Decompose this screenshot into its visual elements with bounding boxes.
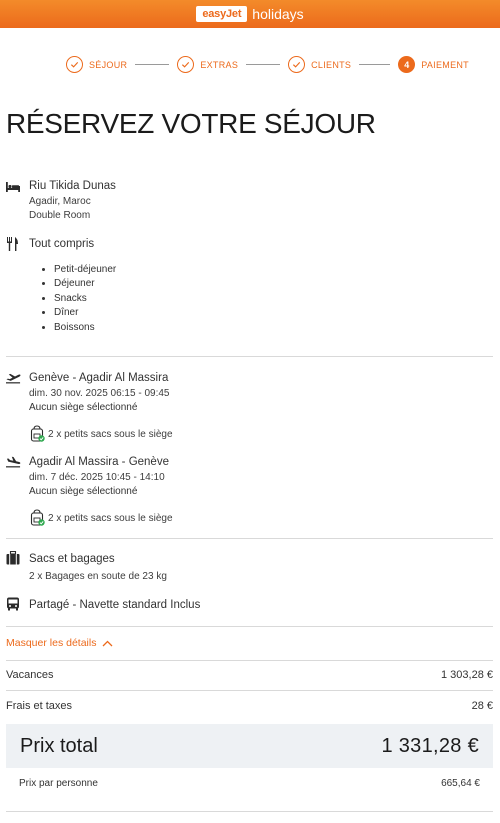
price-value: 28 € xyxy=(471,700,493,712)
list-item: Déjeuner xyxy=(54,277,116,291)
step-label: PAIEMENT xyxy=(421,59,469,70)
list-item: Dîner xyxy=(54,306,116,320)
bus-icon xyxy=(7,597,19,611)
price-per-person-row: Prix par personne 665,64 € xyxy=(19,778,480,789)
transfer-label: Partagé - Navette standard Inclus xyxy=(29,599,201,611)
logo: easyJet xyxy=(196,6,248,22)
step-number-badge: 4 xyxy=(398,56,416,73)
hide-details-toggle[interactable]: Masquer les détails xyxy=(6,637,113,649)
page-title: RÉSERVEZ VOTRE SÉJOUR xyxy=(6,108,376,139)
luggage-label: Sacs et bagages xyxy=(29,553,115,565)
progress-steps: SÉJOUR EXTRAS CLIENTS 4 PAIEMENT xyxy=(66,56,469,73)
toggle-label: Masquer les détails xyxy=(6,637,97,649)
board-label: Tout compris xyxy=(29,238,95,250)
price-value: 1 303,28 € xyxy=(441,669,493,681)
list-item: Petit-déjeuner xyxy=(54,263,116,277)
step-label: SÉJOUR xyxy=(89,59,128,70)
step-label: CLIENTS xyxy=(311,59,352,70)
inbound-bags: 2 x petits sacs sous le siège xyxy=(48,513,173,524)
chevron-up-icon xyxy=(103,640,113,646)
inbound-datetime: dim. 7 déc. 2025 10:45 - 14:10 xyxy=(29,472,165,483)
check-icon xyxy=(288,56,306,73)
step-extras[interactable]: EXTRAS xyxy=(177,56,238,73)
step-label: EXTRAS xyxy=(200,59,239,70)
small-bag-icon xyxy=(30,425,45,442)
check-icon xyxy=(177,56,195,73)
small-bag-icon xyxy=(30,509,45,526)
header-bar: easyJet holidays xyxy=(0,0,500,28)
price-label: Vacances xyxy=(6,669,54,681)
landing-icon xyxy=(6,456,21,468)
price-row-fees: Frais et taxes 28 € xyxy=(6,700,493,712)
hotel-location: Agadir, Maroc xyxy=(29,196,91,207)
divider xyxy=(6,356,493,357)
price-row-vacances: Vacances 1 303,28 € xyxy=(6,669,493,681)
step-sejour[interactable]: SÉJOUR xyxy=(66,56,127,73)
board-items-list: Petit-déjeuner Déjeuner Snacks Dîner Boi… xyxy=(40,263,116,335)
step-connector xyxy=(135,64,170,65)
inbound-seat: Aucun siège sélectionné xyxy=(29,486,138,497)
outbound-route: Genève - Agadir Al Massira xyxy=(29,372,169,384)
bed-icon xyxy=(6,182,20,192)
outbound-seat: Aucun siège sélectionné xyxy=(29,402,138,413)
list-item: Snacks xyxy=(54,292,116,306)
cutlery-icon xyxy=(7,237,18,251)
divider xyxy=(6,626,493,627)
divider xyxy=(6,811,493,812)
room-type: Double Room xyxy=(29,210,91,221)
logo-suffix: holidays xyxy=(252,6,304,22)
hotel-name: Riu Tikida Dunas xyxy=(29,180,116,192)
total-value: 1 331,28 € xyxy=(381,734,479,757)
step-connector xyxy=(246,64,281,65)
step-paiement[interactable]: 4 PAIEMENT xyxy=(398,56,469,73)
list-item: Boissons xyxy=(54,321,116,335)
takeoff-icon xyxy=(6,373,21,384)
step-connector xyxy=(359,64,391,65)
total-label: Prix total xyxy=(20,734,98,757)
luggage-detail: 2 x Bagages en soute de 23 kg xyxy=(29,571,167,582)
divider xyxy=(6,660,493,661)
total-price-box: Prix total 1 331,28 € xyxy=(6,724,493,768)
outbound-datetime: dim. 30 nov. 2025 06:15 - 09:45 xyxy=(29,388,170,399)
step-clients[interactable]: CLIENTS xyxy=(288,56,351,73)
pp-value: 665,64 € xyxy=(441,778,480,789)
outbound-bags: 2 x petits sacs sous le siège xyxy=(48,429,173,440)
divider xyxy=(6,690,493,691)
luggage-icon xyxy=(6,551,20,565)
pp-label: Prix par personne xyxy=(19,778,98,789)
check-icon xyxy=(66,56,83,73)
price-label: Frais et taxes xyxy=(6,700,73,712)
divider xyxy=(6,538,493,539)
inbound-route: Agadir Al Massira - Genève xyxy=(29,456,169,468)
